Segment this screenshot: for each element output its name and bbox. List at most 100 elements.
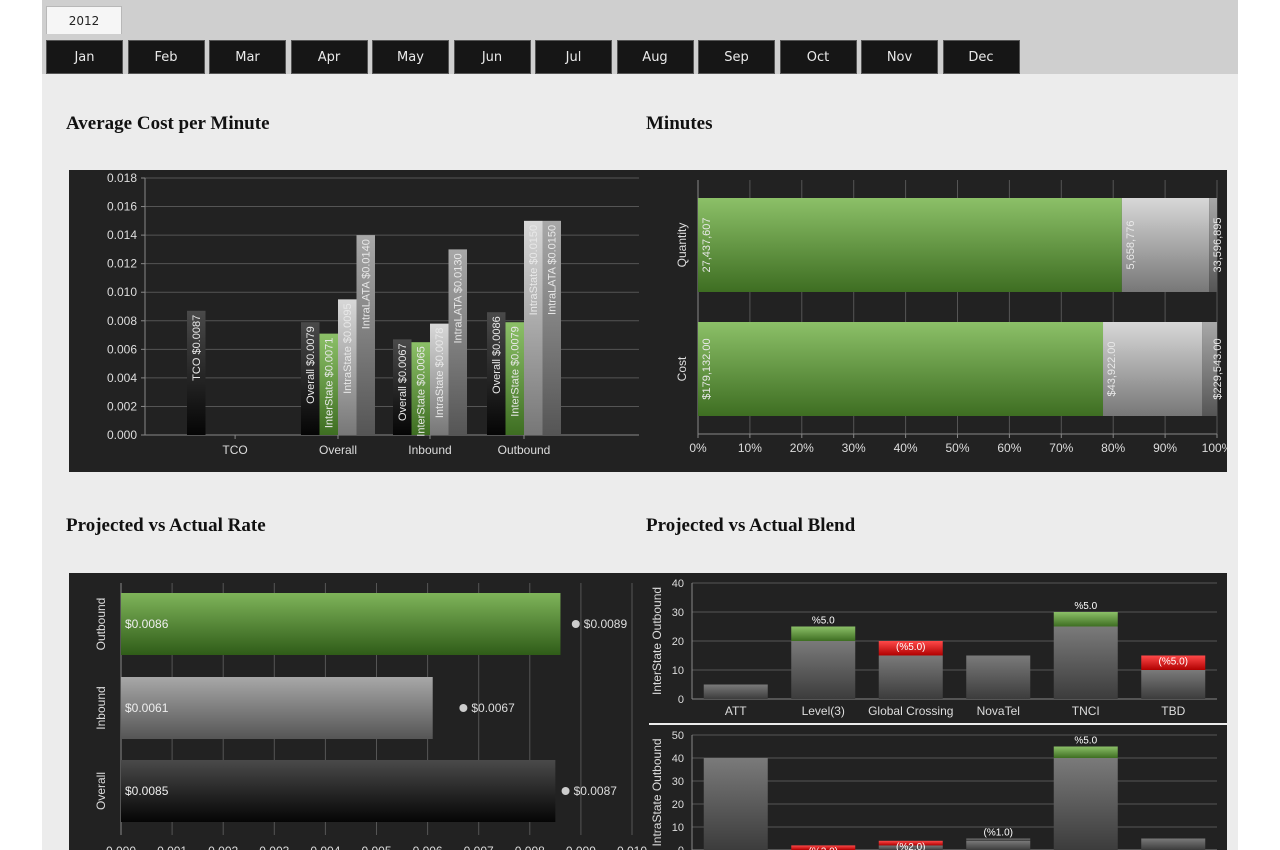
x-tick-label: 0.005 <box>361 844 391 850</box>
month-button-jan[interactable]: Jan <box>46 40 123 74</box>
x-tick-label: Global Crossing <box>868 704 953 718</box>
y-tick-label: 0.004 <box>107 371 137 385</box>
y-tick-label: 40 <box>672 753 684 765</box>
blend-bar-5 <box>1141 670 1206 699</box>
y-tick-label: 20 <box>672 799 684 811</box>
blend-delta-label: %5.0 <box>812 616 835 627</box>
x-tick-label: 80% <box>1101 441 1125 455</box>
month-button-jul[interactable]: Jul <box>535 40 612 74</box>
x-tick-label: Level(3) <box>802 704 845 718</box>
avg-cost-chart: 0.000 0.002 0.004 0.006 0.008 0.010 0.012 0.014… <box>69 170 649 472</box>
x-tick-label: Outbound <box>498 443 551 457</box>
y-tick-label: 0.006 <box>107 342 137 356</box>
row-category-label: Cost <box>675 356 689 381</box>
x-tick-label: 0.007 <box>464 844 494 850</box>
blend-delta-1 <box>791 626 856 641</box>
projected-rate-dot <box>459 704 468 712</box>
x-tick-label: 0.006 <box>413 844 443 850</box>
bar-data-label: InterState $0.0079 <box>510 326 522 417</box>
minutes-chart: 0% 10% 20% 30% 40% 50% 60% 70% 80% 90% 100% 27,437,… <box>649 170 1233 472</box>
x-tick-label: Overall <box>319 443 357 457</box>
y-tick-label: 0.016 <box>107 200 137 214</box>
row-category-label: Inbound <box>94 686 108 729</box>
bar-data-label: IntraLATA $0.0140 <box>361 239 373 329</box>
segment-label: $179,132.00 <box>701 338 713 399</box>
segment-quantity-0 <box>698 198 1122 292</box>
x-tick-label: 90% <box>1153 441 1177 455</box>
x-tick-label: 0.000 <box>106 844 136 850</box>
bar-data-label: IntraState $0.0078 <box>434 328 446 419</box>
month-button-may[interactable]: May <box>372 40 449 74</box>
blend-intrastate-chart: 0 10 20 30 40 50 IntraState Outbound (%2.0) (%2.… <box>649 725 1227 850</box>
x-tick-label: TNCI <box>1072 704 1100 718</box>
blend-bar-4 <box>1053 626 1118 699</box>
y-tick-label: 50 <box>672 730 684 742</box>
blend-bar-3 <box>966 655 1031 699</box>
y-tick-label: 40 <box>672 578 684 590</box>
month-button-aug[interactable]: Aug <box>616 40 694 74</box>
y-tick-label: 20 <box>672 636 684 648</box>
y-tick-label: 0.002 <box>107 399 137 413</box>
blend-bar-0 <box>703 758 768 850</box>
x-tick-label: NovaTel <box>977 704 1020 718</box>
x-tick-label: 0.003 <box>259 844 289 850</box>
blend-delta-4 <box>1053 746 1118 758</box>
x-tick-label: Inbound <box>408 443 451 457</box>
blend-bar-1 <box>791 641 856 699</box>
bar-data-label: TCO $0.0087 <box>191 315 203 381</box>
month-button-jun[interactable]: Jun <box>453 40 531 74</box>
bar-data-label: IntraLATA $0.0130 <box>453 253 465 343</box>
segment-label: $43,922.00 <box>1106 341 1118 396</box>
month-button-dec[interactable]: Dec <box>942 40 1020 74</box>
row-category-label: Outbound <box>94 598 108 651</box>
bar-data-label: IntraState $0.0150 <box>528 225 540 316</box>
month-button-sep[interactable]: Sep <box>698 40 775 74</box>
x-tick-label: TBD <box>1161 704 1185 718</box>
bar-data-label: Overall $0.0067 <box>397 343 409 421</box>
bar-data-label: InterState $0.0071 <box>324 338 336 429</box>
period-selector-bar: 2012 Jan Feb Mar Apr May Jun Jul Aug Sep Oct Nov De… <box>42 0 1238 74</box>
blend-bar-0 <box>703 684 768 699</box>
actual-rate-label: $0.0061 <box>125 701 169 715</box>
x-tick-label: 60% <box>997 441 1021 455</box>
avg-cost-title: Average Cost per Minute <box>66 113 270 134</box>
y-tick-label: 10 <box>672 822 684 834</box>
row-category-label: Quantity <box>675 223 689 268</box>
projected-rate-label: $0.0067 <box>471 701 515 715</box>
total-label: $229,543.00 <box>1212 338 1224 399</box>
projected-rate-label: $0.0089 <box>584 617 628 631</box>
y-tick-label: 30 <box>672 776 684 788</box>
blend-bar-5 <box>1141 838 1206 850</box>
month-button-nov[interactable]: Nov <box>861 40 938 74</box>
bar-data-label: IntraState $0.0095 <box>342 303 354 394</box>
year-tab[interactable]: 2012 <box>46 6 122 34</box>
bar-data-label: IntraLATA $0.0150 <box>547 225 559 315</box>
month-button-oct[interactable]: Oct <box>779 40 857 74</box>
month-button-apr[interactable]: Apr <box>290 40 368 74</box>
y-tick-label: 0 <box>678 694 684 706</box>
segment-label: 5,658,776 <box>1125 221 1137 270</box>
rate-bar-overall <box>121 760 556 822</box>
dashboard: 2012 Jan Feb Mar Apr May Jun Jul Aug Sep Oct Nov De… <box>42 0 1238 850</box>
blend-title: Projected vs Actual Blend <box>646 515 856 536</box>
rate-title: Projected vs Actual Rate <box>66 515 266 536</box>
rate-chart: 0.000 0.001 0.002 0.003 0.004 0.005 0.006 0.007… <box>69 573 649 850</box>
x-tick-label: 0.001 <box>157 844 187 850</box>
total-label: 33,596,895 <box>1212 217 1224 272</box>
x-tick-label: 30% <box>842 441 866 455</box>
y-tick-label: 0.010 <box>107 285 137 299</box>
y-tick-label: 0 <box>678 845 684 850</box>
x-tick-label: 0% <box>689 441 707 455</box>
row-category-label: Overall <box>94 772 108 810</box>
rate-bar-outbound <box>121 593 561 655</box>
projected-rate-dot <box>561 787 570 795</box>
blend-delta-label: (%5.0) <box>896 642 925 653</box>
blend-delta-4 <box>1053 612 1118 627</box>
month-button-mar[interactable]: Mar <box>209 40 286 74</box>
x-tick-label: 0.002 <box>208 844 238 850</box>
actual-rate-label: $0.0086 <box>125 617 169 631</box>
blend-delta-label: %5.0 <box>1074 736 1097 747</box>
y-tick-label: 0.014 <box>107 228 137 242</box>
blend-bar-4 <box>1053 758 1118 850</box>
month-button-feb[interactable]: Feb <box>127 40 205 74</box>
